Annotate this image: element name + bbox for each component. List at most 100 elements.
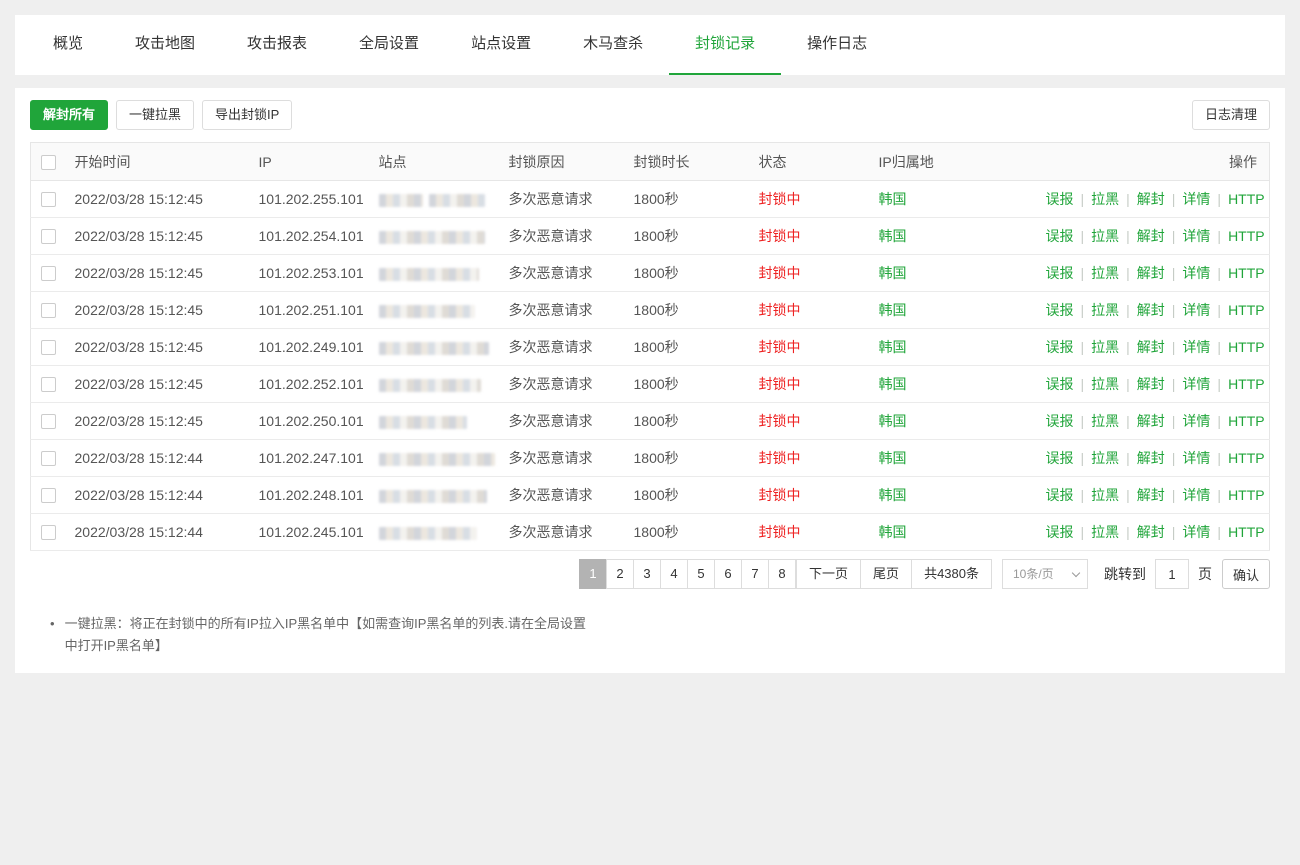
- page-button-5[interactable]: 5: [687, 559, 715, 589]
- row-checkbox[interactable]: [41, 525, 56, 540]
- page-button-1[interactable]: 1: [579, 559, 607, 589]
- jump-page-input[interactable]: [1155, 559, 1189, 589]
- header-site: 站点: [371, 143, 501, 181]
- cell-ip-location: 韩国: [871, 255, 1038, 292]
- action-link-misreport[interactable]: 误报: [1046, 524, 1074, 540]
- cell-block-reason: 多次恶意请求: [501, 181, 626, 218]
- action-link-misreport[interactable]: 误报: [1046, 191, 1074, 207]
- action-link-misreport[interactable]: 误报: [1046, 487, 1074, 503]
- action-link-blacklist[interactable]: 拉黑: [1091, 339, 1119, 355]
- page-button-3[interactable]: 3: [633, 559, 661, 589]
- tab-item-0[interactable]: 概览: [27, 15, 109, 75]
- action-link-misreport[interactable]: 误报: [1046, 450, 1074, 466]
- action-link-http[interactable]: HTTP: [1228, 450, 1265, 466]
- action-link-misreport[interactable]: 误报: [1046, 413, 1074, 429]
- action-link-unblock[interactable]: 解封: [1137, 339, 1165, 355]
- page-button-4[interactable]: 4: [660, 559, 688, 589]
- page-size-select[interactable]: 10条/页: [1002, 559, 1088, 589]
- tab-item-4[interactable]: 站点设置: [445, 15, 557, 75]
- tab-item-6[interactable]: 封锁记录: [669, 15, 781, 75]
- action-link-misreport[interactable]: 误报: [1046, 376, 1074, 392]
- cell-ip-location: 韩国: [871, 366, 1038, 403]
- row-checkbox[interactable]: [41, 451, 56, 466]
- action-link-details[interactable]: 详情: [1182, 191, 1210, 207]
- row-checkbox[interactable]: [41, 340, 56, 355]
- action-link-details[interactable]: 详情: [1182, 339, 1210, 355]
- log-clean-button[interactable]: 日志清理: [1192, 100, 1270, 130]
- action-link-blacklist[interactable]: 拉黑: [1091, 228, 1119, 244]
- action-link-misreport[interactable]: 误报: [1046, 228, 1074, 244]
- page-button-8[interactable]: 8: [768, 559, 796, 589]
- header-start-time: 开始时间: [67, 143, 251, 181]
- action-link-blacklist[interactable]: 拉黑: [1091, 487, 1119, 503]
- action-link-http[interactable]: HTTP: [1228, 339, 1265, 355]
- action-link-blacklist[interactable]: 拉黑: [1091, 191, 1119, 207]
- row-checkbox[interactable]: [41, 266, 56, 281]
- action-link-unblock[interactable]: 解封: [1137, 265, 1165, 281]
- action-link-unblock[interactable]: 解封: [1137, 487, 1165, 503]
- action-link-details[interactable]: 详情: [1182, 524, 1210, 540]
- row-checkbox[interactable]: [41, 192, 56, 207]
- cell-block-reason: 多次恶意请求: [501, 292, 626, 329]
- action-link-unblock[interactable]: 解封: [1137, 450, 1165, 466]
- cell-actions: 误报|拉黑|解封|详情|HTTP: [1038, 218, 1270, 255]
- page-button-2[interactable]: 2: [606, 559, 634, 589]
- action-link-http[interactable]: HTTP: [1228, 265, 1265, 281]
- action-link-unblock[interactable]: 解封: [1137, 376, 1165, 392]
- action-link-blacklist[interactable]: 拉黑: [1091, 413, 1119, 429]
- action-link-details[interactable]: 详情: [1182, 413, 1210, 429]
- action-link-unblock[interactable]: 解封: [1137, 191, 1165, 207]
- page-button-6[interactable]: 6: [714, 559, 742, 589]
- action-link-details[interactable]: 详情: [1182, 376, 1210, 392]
- action-link-unblock[interactable]: 解封: [1137, 228, 1165, 244]
- row-checkbox[interactable]: [41, 377, 56, 392]
- cell-ip-location: 韩国: [871, 403, 1038, 440]
- action-link-details[interactable]: 详情: [1182, 228, 1210, 244]
- jump-confirm-button[interactable]: 确认: [1222, 559, 1270, 589]
- action-link-http[interactable]: HTTP: [1228, 413, 1265, 429]
- action-link-http[interactable]: HTTP: [1228, 302, 1265, 318]
- row-checkbox[interactable]: [41, 303, 56, 318]
- action-link-unblock[interactable]: 解封: [1137, 302, 1165, 318]
- action-link-details[interactable]: 详情: [1182, 450, 1210, 466]
- action-link-details[interactable]: 详情: [1182, 302, 1210, 318]
- action-link-unblock[interactable]: 解封: [1137, 413, 1165, 429]
- next-page-button[interactable]: 下一页: [796, 559, 861, 589]
- cell-actions: 误报|拉黑|解封|详情|HTTP: [1038, 181, 1270, 218]
- action-link-misreport[interactable]: 误报: [1046, 265, 1074, 281]
- page-button-7[interactable]: 7: [741, 559, 769, 589]
- tab-item-1[interactable]: 攻击地图: [109, 15, 221, 75]
- last-page-button[interactable]: 尾页: [860, 559, 912, 589]
- action-link-http[interactable]: HTTP: [1228, 376, 1265, 392]
- action-link-blacklist[interactable]: 拉黑: [1091, 302, 1119, 318]
- unblock-all-button[interactable]: 解封所有: [30, 100, 108, 130]
- action-link-http[interactable]: HTTP: [1228, 524, 1265, 540]
- tab-item-7[interactable]: 操作日志: [781, 15, 893, 75]
- action-link-http[interactable]: HTTP: [1228, 228, 1265, 244]
- action-link-blacklist[interactable]: 拉黑: [1091, 450, 1119, 466]
- row-checkbox[interactable]: [41, 414, 56, 429]
- tab-item-5[interactable]: 木马查杀: [557, 15, 669, 75]
- action-separator: |: [1126, 228, 1130, 244]
- action-link-details[interactable]: 详情: [1182, 487, 1210, 503]
- row-checkbox[interactable]: [41, 229, 56, 244]
- action-link-blacklist[interactable]: 拉黑: [1091, 524, 1119, 540]
- cell-site-redacted: [371, 329, 501, 366]
- table-row: 2022/03/28 15:12:45 101.202.251.101 多次恶意…: [31, 292, 1270, 329]
- select-all-checkbox[interactable]: [41, 155, 56, 170]
- tab-item-2[interactable]: 攻击报表: [221, 15, 333, 75]
- tab-item-3[interactable]: 全局设置: [333, 15, 445, 75]
- action-link-misreport[interactable]: 误报: [1046, 339, 1074, 355]
- action-separator: |: [1126, 487, 1130, 503]
- action-link-details[interactable]: 详情: [1182, 265, 1210, 281]
- export-blocked-ip-button[interactable]: 导出封锁IP: [202, 100, 292, 130]
- action-link-http[interactable]: HTTP: [1228, 191, 1265, 207]
- action-link-http[interactable]: HTTP: [1228, 487, 1265, 503]
- blacklist-all-button[interactable]: 一键拉黑: [116, 100, 194, 130]
- table-header-row: 开始时间 IP 站点 封锁原因 封锁时长 状态 IP归属地 操作: [31, 143, 1270, 181]
- action-link-blacklist[interactable]: 拉黑: [1091, 376, 1119, 392]
- row-checkbox[interactable]: [41, 488, 56, 503]
- action-link-misreport[interactable]: 误报: [1046, 302, 1074, 318]
- action-link-blacklist[interactable]: 拉黑: [1091, 265, 1119, 281]
- action-link-unblock[interactable]: 解封: [1137, 524, 1165, 540]
